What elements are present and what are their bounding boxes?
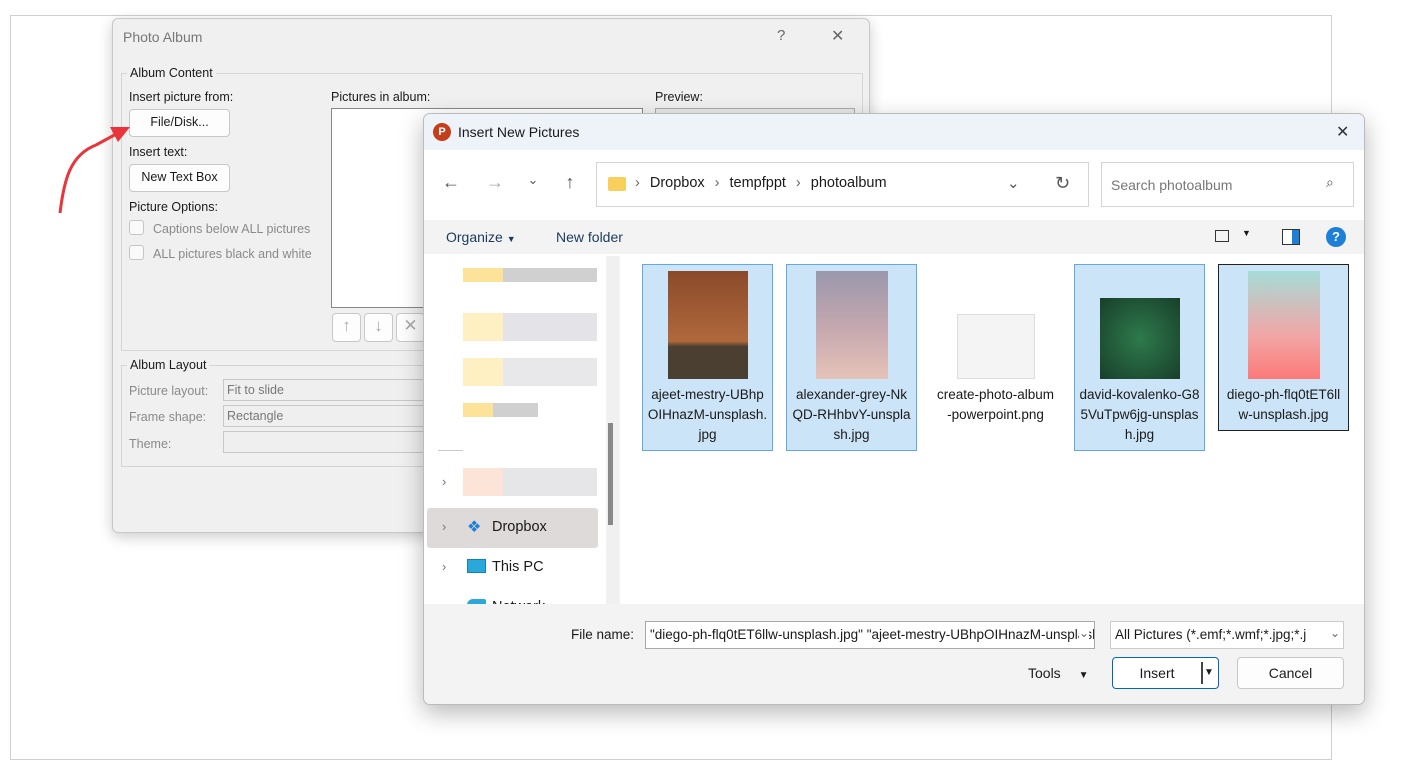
chevron-down-icon[interactable]: ⌄	[1079, 626, 1090, 640]
dialog-title: Insert New Pictures	[458, 124, 580, 140]
file-item[interactable]: david-kovalenko-G85VuTpw6jg-unsplash.jpg	[1074, 264, 1205, 451]
thumbnail	[667, 271, 748, 379]
dialog-footer: File name: "diego-ph-flq0tET6llw-unsplas…	[424, 604, 1364, 704]
picture-layout-label: Picture layout:	[129, 384, 209, 398]
sidebar-item-this-pc[interactable]: › This PC	[427, 548, 598, 588]
new-folder-button[interactable]: New folder	[556, 229, 623, 245]
new-text-box-button[interactable]: New Text Box	[129, 164, 230, 192]
breadcrumb-item[interactable]: Dropbox	[650, 175, 705, 191]
tools-label: Tools	[1028, 665, 1061, 681]
annotation-arrow-icon	[58, 127, 130, 214]
powerpoint-icon: P	[433, 123, 451, 141]
preview-pane-icon[interactable]	[1282, 229, 1300, 245]
album-content-label: Album Content	[127, 66, 216, 80]
move-down-button[interactable]: ↓	[364, 313, 393, 342]
breadcrumb-item[interactable]: photoalbum	[811, 175, 887, 191]
sidebar-item-label: Dropbox	[492, 519, 547, 535]
divider	[438, 450, 463, 451]
insert-label: Insert	[1139, 665, 1175, 681]
thumbnail	[956, 314, 1035, 379]
dropbox-icon: ❖	[467, 519, 482, 536]
file-list: ajeet-mestry-UBhpOIHnazM-unsplash.jpg al…	[620, 256, 1364, 604]
organize-button[interactable]: Organize ▼	[446, 229, 516, 245]
search-input[interactable]: Search photoalbum	[1111, 177, 1232, 193]
file-item[interactable]: alexander-grey-NkQD-RHhbvY-unsplash.jpg	[786, 264, 917, 451]
up-button[interactable]: ↑	[555, 172, 585, 193]
search-box[interactable]: Search photoalbum ⌕	[1101, 162, 1354, 207]
file-name: create-photo-album-powerpoint.png	[936, 387, 1055, 422]
file-name-input[interactable]: "diego-ph-flq0tET6llw-unsplash.jpg" "aje…	[645, 621, 1095, 649]
search-icon[interactable]: ⌕	[1326, 174, 1334, 191]
refresh-icon[interactable]: ↻	[1055, 173, 1070, 194]
blurred-item	[463, 313, 597, 341]
address-bar[interactable]: › Dropbox › tempfppt › photoalbum ⌄ ↻	[596, 162, 1089, 207]
picture-options-label: Picture Options:	[129, 200, 218, 214]
sidebar-item-dropbox[interactable]: › ❖ Dropbox	[427, 508, 598, 548]
scrollbar[interactable]	[606, 256, 619, 604]
black-white-label: ALL pictures black and white	[153, 247, 312, 261]
chevron-down-icon[interactable]: ⌄	[1330, 626, 1341, 640]
insert-dropdown-icon[interactable]: ▼	[1204, 658, 1214, 688]
insert-picture-label: Insert picture from:	[129, 90, 234, 104]
forward-button[interactable]: →	[480, 172, 510, 193]
blurred-item	[463, 268, 597, 282]
cancel-button[interactable]: Cancel	[1237, 657, 1344, 689]
sidebar-item-label: This PC	[492, 559, 544, 575]
breadcrumb: › Dropbox › tempfppt › photoalbum	[635, 175, 887, 191]
title-bar: P Insert New Pictures ✕	[424, 114, 1364, 150]
expand-chevron-icon[interactable]: ›	[442, 559, 446, 574]
album-layout-label: Album Layout	[127, 358, 210, 372]
file-name: alexander-grey-NkQD-RHhbvY-unsplash.jpg	[792, 387, 911, 442]
file-name: ajeet-mestry-UBhpOIHnazM-unsplash.jpg	[647, 387, 768, 442]
recent-dropdown-button[interactable]: ⌄	[518, 172, 548, 188]
preview-label: Preview:	[655, 90, 703, 104]
tools-button[interactable]: Tools ▼	[1028, 665, 1088, 681]
expand-chevron-icon[interactable]: ›	[442, 519, 446, 534]
folder-icon	[608, 177, 626, 191]
view-dropdown-icon[interactable]: ▼	[1242, 228, 1251, 238]
breadcrumb-item[interactable]: tempfppt	[730, 175, 786, 191]
move-up-button[interactable]: ↑	[332, 313, 361, 342]
file-item[interactable]: ajeet-mestry-UBhpOIHnazM-unsplash.jpg	[642, 264, 773, 451]
file-name: diego-ph-flq0tET6llw-unsplash.jpg	[1226, 387, 1341, 422]
black-white-checkbox[interactable]	[129, 245, 144, 260]
divider	[1201, 662, 1203, 684]
organize-label: Organize	[446, 229, 503, 245]
pictures-in-album-label: Pictures in album:	[331, 90, 431, 104]
thumbnail	[1099, 298, 1180, 379]
close-button[interactable]: ✕	[1336, 122, 1349, 142]
thumbnail	[815, 271, 888, 379]
file-name-label: File name:	[571, 627, 635, 642]
address-dropdown-icon[interactable]: ⌄	[1007, 174, 1020, 192]
blurred-item	[463, 468, 597, 496]
insert-pictures-dialog: P Insert New Pictures ✕ ← → ⌄ ↑ › Dropbox…	[423, 113, 1365, 705]
remove-button[interactable]: ✕	[396, 313, 425, 342]
computer-icon	[467, 559, 486, 573]
command-bar: Organize ▼ New folder ▼ ?	[424, 220, 1364, 254]
scrollbar-thumb[interactable]	[608, 423, 613, 525]
blurred-item	[463, 403, 538, 417]
file-name: david-kovalenko-G85VuTpw6jg-unsplash.jpg	[1079, 387, 1200, 442]
file-name-value: "diego-ph-flq0tET6llw-unsplash.jpg" "aje…	[650, 627, 1095, 642]
file-type-value: All Pictures (*.emf;*.wmf;*.jpg;*.j	[1115, 627, 1307, 642]
theme-label: Theme:	[129, 437, 172, 451]
captions-checkbox[interactable]	[129, 220, 144, 235]
file-item[interactable]: create-photo-album-powerpoint.png	[930, 264, 1061, 451]
insert-button[interactable]: Insert ▼	[1112, 657, 1219, 689]
frame-shape-label: Frame shape:	[129, 410, 207, 424]
navigation-pane: › › ❖ Dropbox › This PC › Network	[424, 256, 619, 615]
close-button[interactable]: ✕	[831, 26, 844, 46]
file-disk-button[interactable]: File/Disk...	[129, 109, 230, 137]
help-icon[interactable]: ?	[1326, 227, 1346, 247]
blurred-item	[463, 358, 597, 386]
thumbnail	[1247, 271, 1320, 379]
expand-chevron-icon[interactable]: ›	[442, 474, 446, 489]
help-button[interactable]: ?	[777, 27, 785, 44]
back-button[interactable]: ←	[436, 172, 466, 193]
file-item[interactable]: diego-ph-flq0tET6llw-unsplash.jpg	[1218, 264, 1349, 431]
captions-label: Captions below ALL pictures	[153, 222, 311, 236]
file-type-select[interactable]: All Pictures (*.emf;*.wmf;*.jpg;*.j	[1110, 621, 1344, 649]
dialog-title: Photo Album	[123, 29, 203, 45]
view-icon[interactable]	[1215, 230, 1229, 242]
